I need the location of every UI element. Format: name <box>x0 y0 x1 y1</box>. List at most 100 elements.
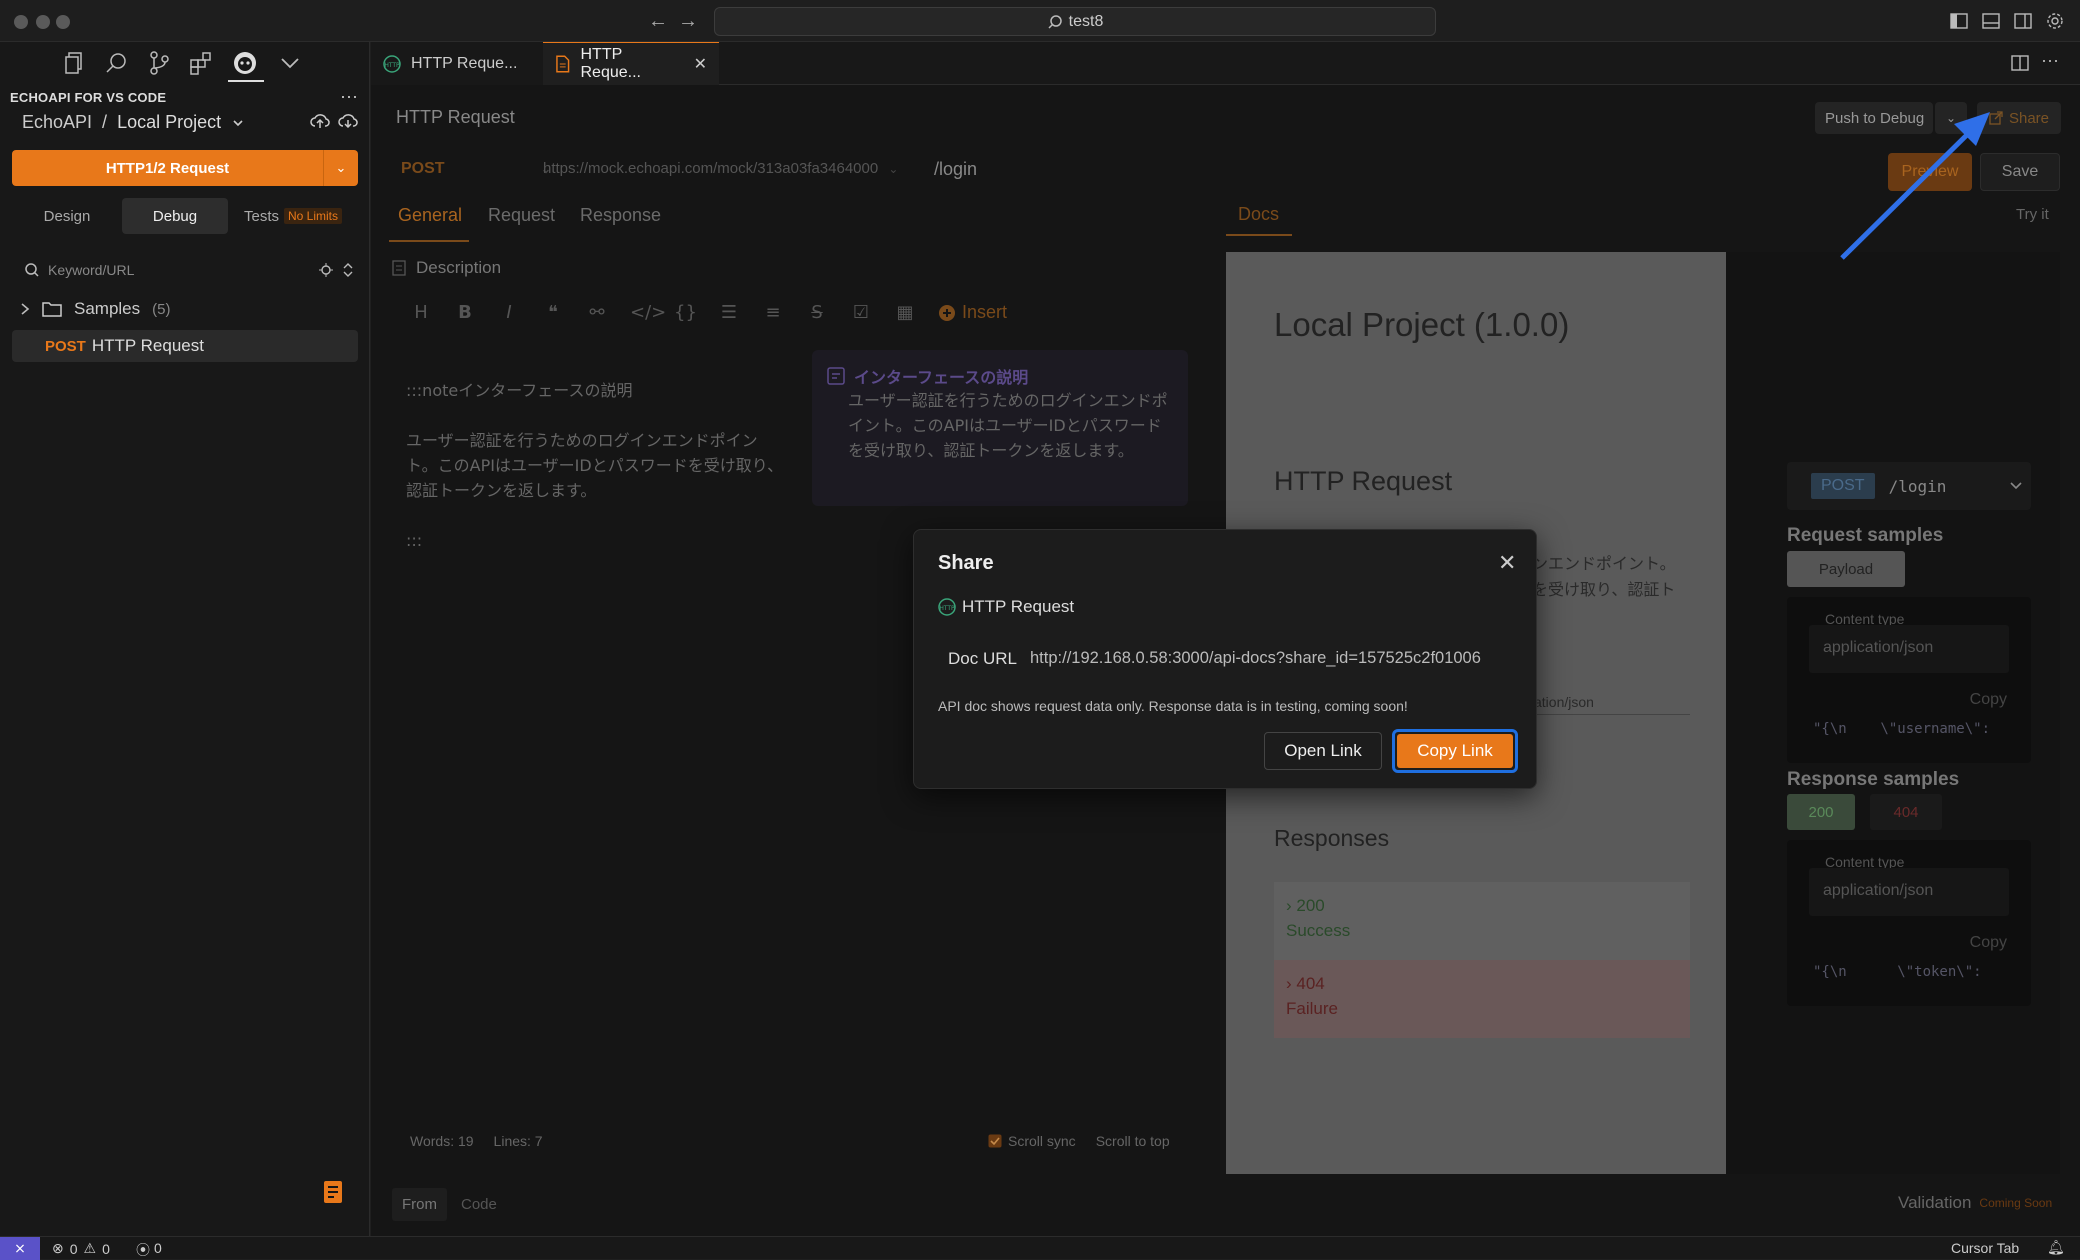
md-line: ユーザー認証を行うためのログインエンドポイント。このAPIはユーザーIDとパスワ… <box>406 431 784 500</box>
note-body: ユーザー認証を行うためのログインエンドポイント。このAPIはユーザーIDとパスワ… <box>848 391 1168 460</box>
response-200-tab[interactable]: 200 <box>1787 794 1855 830</box>
cloud-upload-icon[interactable] <box>310 112 330 130</box>
breadcrumb-root[interactable]: EchoAPI <box>22 112 92 133</box>
minimize-window-button[interactable] <box>36 15 50 29</box>
description-header: Description <box>392 258 501 278</box>
request-item[interactable]: POST HTTP Request <box>12 330 358 362</box>
response-404-tab[interactable]: 404 <box>1870 794 1942 830</box>
notifications-bell-icon[interactable]: 🔔︎ <box>2047 1239 2065 1256</box>
endpoint-selector[interactable]: POST /login <box>1787 462 2031 510</box>
search-input[interactable]: Keyword/URL <box>48 262 310 278</box>
base-url-select[interactable]: https://mock.echoapi.com/mock/313a03fa34… <box>543 160 898 177</box>
doc-url-label: Doc URL <box>948 649 1017 668</box>
close-tab-icon[interactable]: ✕ <box>694 54 707 74</box>
scroll-sync-toggle[interactable]: Scroll sync <box>988 1133 1076 1149</box>
expand-collapse-icon[interactable] <box>342 262 354 278</box>
bullet-list-icon[interactable]: ☰ <box>718 302 740 323</box>
tab-design[interactable]: Design <box>12 198 122 234</box>
method-select[interactable]: POST ⌄ <box>401 160 551 178</box>
editor-tab-1[interactable]: HTTP HTTP Reque... <box>371 42 543 85</box>
tab-from[interactable]: From <box>392 1188 447 1221</box>
copy-link-button[interactable]: Copy Link <box>1392 729 1518 773</box>
back-arrow-icon[interactable]: ← <box>648 10 668 33</box>
search-icon <box>1048 14 1062 29</box>
request-search[interactable]: Keyword/URL <box>24 256 354 284</box>
request-samples-title: Request samples <box>1787 525 1944 546</box>
feedback-icon[interactable] <box>323 1180 343 1204</box>
endpoint-method: POST <box>1811 473 1875 499</box>
code-icon[interactable]: </> <box>630 302 666 323</box>
markdown-editor[interactable]: :::noteインターフェースの説明 ユーザー認証を行うためのログインエンドポイ… <box>406 378 784 553</box>
italic-icon[interactable]: I <box>498 302 520 323</box>
problems-indicator[interactable]: ⊗ 0 ⚠ 0 <box>52 1240 110 1257</box>
chevron-down-icon[interactable] <box>231 116 245 130</box>
numbered-list-icon[interactable]: ≡ <box>762 302 784 323</box>
forward-arrow-icon[interactable]: → <box>678 10 698 33</box>
cloud-download-icon[interactable] <box>338 112 358 130</box>
locate-icon[interactable] <box>318 262 334 278</box>
checklist-icon[interactable]: ☑ <box>850 302 872 323</box>
bold-icon[interactable]: B <box>454 302 476 323</box>
folder-count: (5) <box>152 300 171 318</box>
doc-url-value[interactable]: http://192.168.0.58:3000/api-docs?share_… <box>1030 649 1526 668</box>
path-input[interactable]: /login <box>934 159 977 180</box>
strikethrough-icon[interactable]: S <box>806 302 828 323</box>
close-icon[interactable]: ✕ <box>1498 550 1516 576</box>
copy-button[interactable]: Copy <box>1970 934 2007 952</box>
tab-general[interactable]: General <box>398 205 462 226</box>
code-block-icon[interactable]: {} <box>674 302 697 323</box>
folder-samples[interactable]: Samples (5) <box>20 299 170 319</box>
close-window-button[interactable] <box>14 15 28 29</box>
link-icon[interactable]: ⚯ <box>586 302 608 323</box>
dialog-note: API doc shows request data only. Respons… <box>938 698 1408 714</box>
quote-icon[interactable]: ❝ <box>542 302 564 323</box>
new-request-dropdown-icon[interactable]: ⌄ <box>324 150 358 186</box>
insert-label: Insert <box>962 302 1008 322</box>
request-title[interactable]: HTTP Request <box>396 107 515 128</box>
editor-more-icon[interactable]: ··· <box>2041 50 2059 71</box>
toggle-sidebar-icon[interactable] <box>1950 12 1968 30</box>
source-control-icon[interactable] <box>146 50 172 76</box>
note-title: インターフェースの説明 <box>854 368 1029 387</box>
doc-icon <box>556 55 570 73</box>
scroll-to-top-button[interactable]: Scroll to top <box>1096 1133 1170 1149</box>
toggle-secondary-sidebar-icon[interactable] <box>2014 12 2032 30</box>
new-http-request-button[interactable]: HTTP1/2 Request <box>12 150 324 186</box>
tab-docs[interactable]: Docs <box>1238 204 1279 225</box>
copy-button[interactable]: Copy <box>1970 691 2007 709</box>
table-icon[interactable]: ▦ <box>894 302 916 323</box>
response-200[interactable]: › 200 Success <box>1274 882 1690 960</box>
project-selector[interactable]: Local Project <box>117 112 221 133</box>
extensions-icon[interactable] <box>188 50 214 76</box>
insert-button[interactable]: Insert <box>938 302 1007 323</box>
command-center-search[interactable]: test8 <box>714 7 1436 36</box>
remote-indicator-icon[interactable]: ⨯ <box>0 1237 40 1260</box>
split-editor-icon[interactable] <box>2011 54 2029 72</box>
echoapi-icon[interactable] <box>232 50 258 76</box>
cursor-tab-status[interactable]: Cursor Tab <box>1951 1240 2019 1256</box>
response-404[interactable]: › 404 Failure <box>1274 960 1690 1038</box>
tab-tests[interactable]: Tests No Limits <box>228 198 358 234</box>
open-link-button[interactable]: Open Link <box>1264 732 1382 770</box>
more-views-chevron-icon[interactable] <box>277 50 303 76</box>
tab-debug[interactable]: Debug <box>122 198 228 234</box>
toggle-panel-icon[interactable] <box>1982 12 2000 30</box>
tab-response[interactable]: Response <box>580 205 661 226</box>
ports-indicator[interactable]: ⦿ 0 <box>136 1240 162 1260</box>
docs-responses-title: Responses <box>1274 825 1390 851</box>
explorer-icon[interactable] <box>62 50 88 76</box>
chevron-down-icon <box>2010 482 2022 490</box>
tab-tests-label: Tests <box>243 207 279 225</box>
payload-tab[interactable]: Payload <box>1787 551 1905 587</box>
tab-request[interactable]: Request <box>488 205 555 226</box>
plus-circle-icon <box>939 304 955 321</box>
note-icon <box>826 366 846 386</box>
try-it-link[interactable]: Try it <box>2016 206 2049 223</box>
more-actions-icon[interactable]: ··· <box>340 86 358 107</box>
settings-gear-icon[interactable] <box>2046 12 2064 30</box>
editor-tab-2[interactable]: HTTP Reque... ✕ <box>543 42 719 85</box>
search-view-icon[interactable] <box>104 50 130 76</box>
tab-code[interactable]: Code <box>451 1188 507 1221</box>
heading-icon[interactable]: H <box>410 302 432 323</box>
zoom-window-button[interactable] <box>56 15 70 29</box>
